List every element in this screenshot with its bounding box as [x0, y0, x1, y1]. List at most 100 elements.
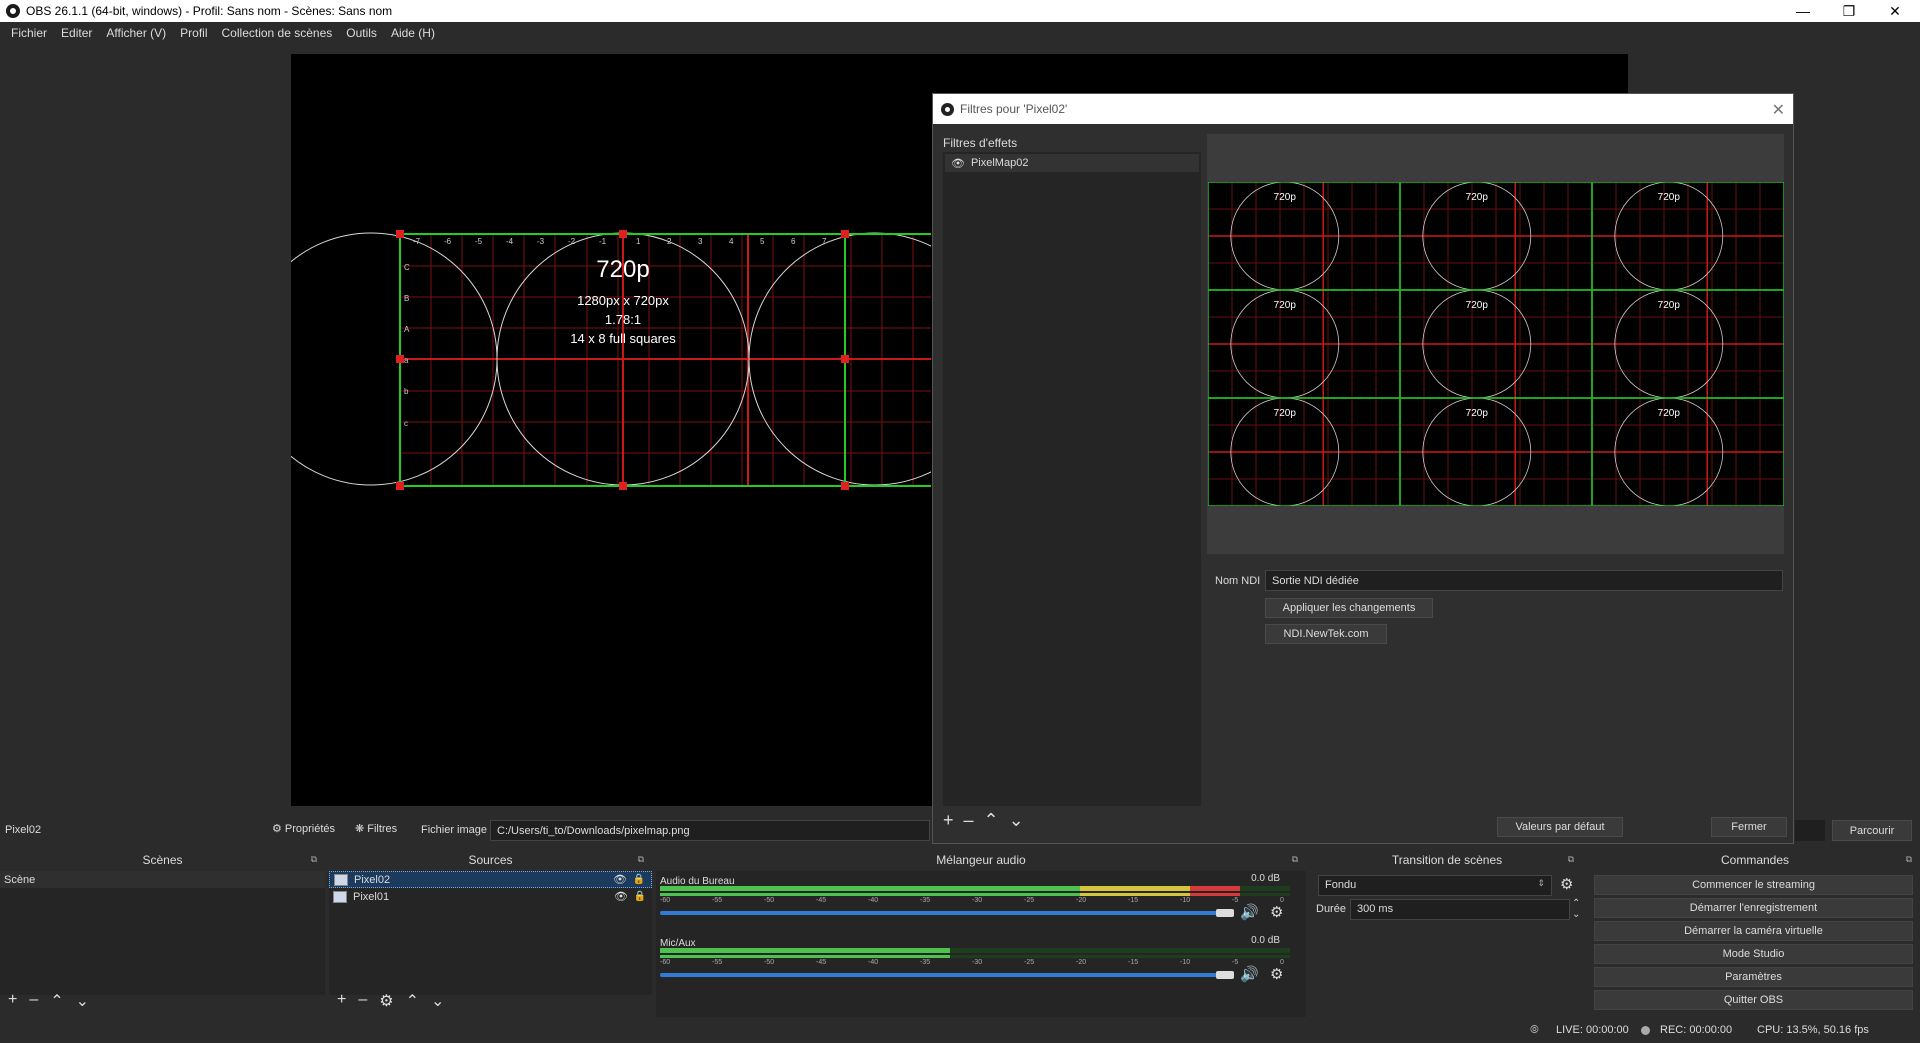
move-up-icon[interactable]: ⌃: [406, 991, 419, 1011]
tick: -5: [1232, 897, 1239, 904]
restore-button[interactable]: ❐: [1826, 0, 1872, 22]
menu-fichier[interactable]: Fichier: [4, 26, 54, 40]
float-dock-icon[interactable]: ⧉: [311, 854, 317, 865]
float-dock-icon[interactable]: ⧉: [638, 854, 644, 865]
move-up-icon[interactable]: ⌃: [984, 810, 999, 831]
remove-filter-icon[interactable]: –: [964, 810, 974, 831]
volume-slider[interactable]: [660, 911, 1223, 915]
minimize-button[interactable]: —: [1780, 0, 1826, 22]
preview-tile: 720p: [1399, 181, 1593, 291]
source-item-pixel02[interactable]: Pixel02 👁 🔒: [329, 871, 652, 888]
remove-source-icon[interactable]: –: [358, 991, 367, 1011]
volume-meter-2: [660, 893, 1290, 896]
float-dock-icon[interactable]: ⧉: [1906, 854, 1912, 865]
tick: -55: [712, 959, 723, 966]
preview-line-2: 1.78:1: [605, 312, 641, 327]
tick-label: -3: [537, 237, 545, 246]
tile-heading: 720p: [1658, 408, 1681, 419]
preview-line-1: 1280px x 720px: [577, 293, 669, 308]
apply-changes-button[interactable]: Appliquer les changements: [1265, 598, 1433, 618]
move-down-icon[interactable]: ⌄: [1009, 810, 1024, 831]
transition-properties-gear-icon[interactable]: ⚙: [1560, 875, 1573, 893]
add-filter-icon[interactable]: +: [943, 810, 954, 831]
gear-icon[interactable]: ⚙: [1270, 903, 1283, 921]
close-button[interactable]: ✕: [1872, 0, 1918, 22]
obs-logo-icon: [941, 102, 954, 116]
visibility-eye-icon[interactable]: 👁: [951, 157, 965, 170]
meter-green: [660, 893, 1080, 896]
close-dialog-button[interactable]: Fermer: [1711, 817, 1787, 837]
visibility-eye-icon[interactable]: 👁: [614, 890, 628, 903]
meter-scale: -60 -55 -50 -45 -40 -35 -30 -25 -20 -15 …: [660, 959, 1290, 969]
menu-outils[interactable]: Outils: [339, 26, 384, 40]
menu-collection-scenes[interactable]: Collection de scènes: [215, 26, 340, 40]
duration-spinbox[interactable]: 300 ms: [1350, 899, 1570, 920]
ndi-name-input[interactable]: [1265, 570, 1783, 591]
remove-scene-icon[interactable]: –: [29, 991, 38, 1011]
volume-slider-handle[interactable]: [1216, 909, 1234, 917]
pixelmap-source[interactable]: 720p 1280px x 720px 1.78:1 14 x 8 full s…: [291, 54, 931, 806]
tile-heading: 720p: [1466, 192, 1489, 203]
move-down-icon[interactable]: ⌄: [431, 991, 444, 1011]
tile-heading: 720p: [1466, 300, 1489, 311]
add-source-icon[interactable]: +: [337, 991, 346, 1011]
tile-heading: 720p: [1658, 300, 1681, 311]
tick: -20: [1076, 959, 1087, 966]
meter-green: [660, 948, 950, 953]
start-virtual-camera-button[interactable]: Démarrer la caméra virtuelle: [1594, 921, 1913, 941]
filters-button[interactable]: ❋ Filtres: [355, 822, 397, 836]
filter-preview: 720p 720p 720p 720p 720p 720p 720p 720p 720p: [1207, 181, 1785, 507]
scene-transition-dock: Transition de scènes ⧉ Fondu ⇕ ⚙ Durée 3…: [1312, 851, 1582, 1017]
image-file-path-input[interactable]: [490, 820, 930, 841]
tick: -25: [1024, 897, 1035, 904]
preview-heading: 720p: [596, 256, 649, 283]
menu-aide[interactable]: Aide (H): [384, 26, 442, 40]
sources-list: Pixel02 👁 🔒 Pixel01 👁 🔒: [329, 871, 652, 995]
source-item-pixel01[interactable]: Pixel01 👁 🔒: [329, 888, 652, 905]
menu-afficher[interactable]: Afficher (V): [99, 26, 173, 40]
close-icon[interactable]: ✕: [1772, 100, 1785, 120]
properties-button[interactable]: ⚙ Propriétés: [272, 822, 335, 836]
spin-up-down-icon[interactable]: ⌃ ⌄: [1572, 898, 1580, 920]
studio-mode-button[interactable]: Mode Studio: [1594, 944, 1913, 964]
filter-item-pixelmap02[interactable]: 👁 PixelMap02: [945, 154, 1199, 172]
browse-button[interactable]: Parcourir: [1832, 820, 1912, 841]
float-dock-icon[interactable]: ⧉: [1292, 854, 1298, 865]
tick-label: 5: [760, 237, 765, 246]
scene-item[interactable]: Scène: [0, 871, 325, 888]
volume-slider[interactable]: [660, 973, 1223, 977]
exit-button[interactable]: Quitter OBS: [1594, 990, 1913, 1010]
transition-type-value: Fondu: [1325, 879, 1357, 891]
tick: -20: [1076, 897, 1087, 904]
transition-type-select[interactable]: Fondu ⇕: [1318, 875, 1552, 896]
menu-editer[interactable]: Editer: [54, 26, 99, 40]
lock-icon[interactable]: 🔒: [633, 874, 645, 885]
speaker-icon[interactable]: 🔊: [1240, 965, 1259, 983]
start-streaming-button[interactable]: Commencer le streaming: [1594, 875, 1913, 895]
add-scene-icon[interactable]: +: [8, 991, 17, 1011]
start-recording-button[interactable]: Démarrer l'enregistrement: [1594, 898, 1913, 918]
mixer-dock-title: Mélangeur audio ⧉: [656, 851, 1306, 869]
duration-label: Durée: [1316, 903, 1346, 915]
move-down-icon[interactable]: ⌄: [76, 991, 89, 1011]
gear-icon: ⚙: [272, 823, 282, 835]
tick: -45: [816, 959, 827, 966]
filters-list-toolbar: + – ⌃ ⌄: [943, 810, 1024, 831]
source-properties-gear-icon[interactable]: ⚙: [379, 991, 393, 1011]
source-label: Pixel01: [353, 890, 390, 903]
defaults-button[interactable]: Valeurs par défaut: [1497, 817, 1623, 837]
lock-icon[interactable]: 🔒: [634, 891, 646, 902]
menu-profil[interactable]: Profil: [173, 26, 214, 40]
float-dock-icon[interactable]: ⧉: [1568, 854, 1574, 865]
tick-label: 3: [698, 237, 703, 246]
speaker-icon[interactable]: 🔊: [1240, 903, 1259, 921]
gear-icon[interactable]: ⚙: [1270, 965, 1283, 983]
volume-meter: [660, 948, 1290, 953]
ndi-website-button[interactable]: NDI.NewTek.com: [1265, 624, 1387, 644]
move-up-icon[interactable]: ⌃: [50, 991, 63, 1011]
visibility-eye-icon[interactable]: 👁: [613, 873, 627, 886]
row-letter: b: [404, 387, 409, 396]
volume-slider-handle[interactable]: [1216, 971, 1234, 979]
preview-tile: 720p: [1207, 397, 1401, 507]
settings-button[interactable]: Paramètres: [1594, 967, 1913, 987]
